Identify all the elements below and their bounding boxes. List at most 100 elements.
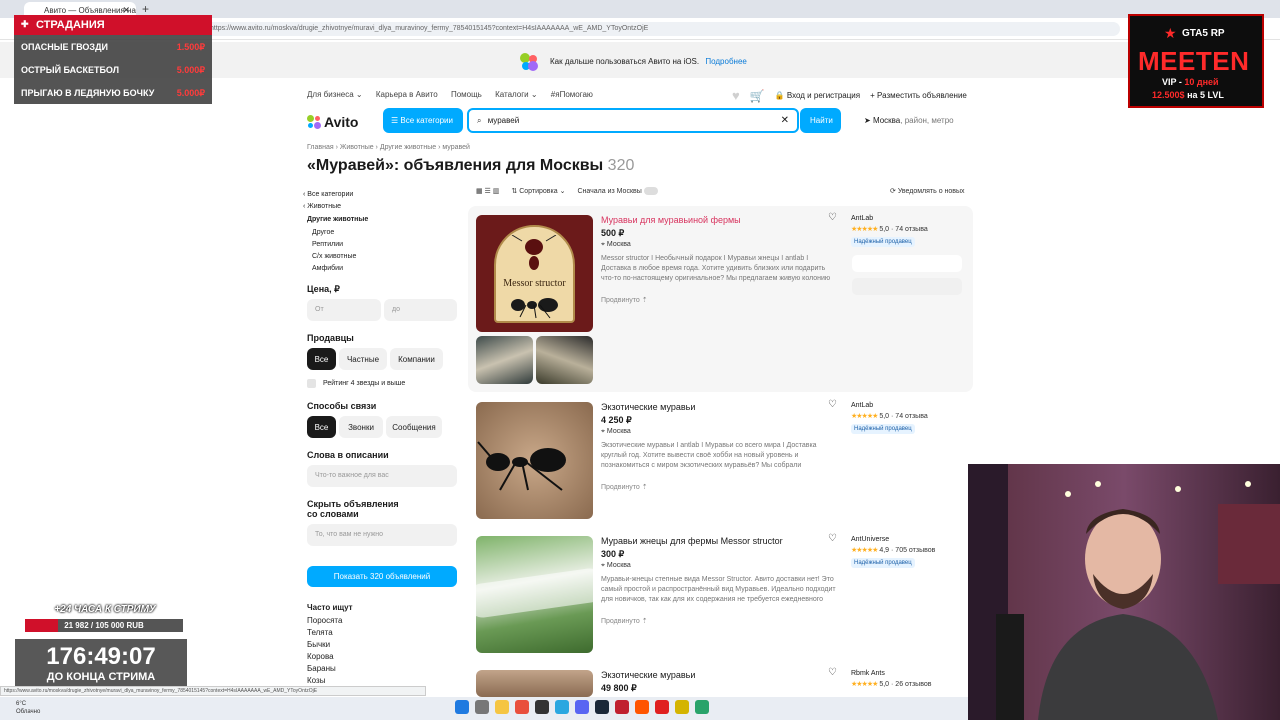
location-arrow-icon: ➤ — [864, 116, 873, 125]
often-item[interactable]: Бычки — [307, 640, 330, 649]
app-icon[interactable] — [535, 700, 549, 714]
nav-business[interactable]: Для бизнеса ⌄ — [307, 90, 363, 99]
stream-goal-fill — [25, 619, 59, 632]
price-from-input[interactable]: От — [307, 299, 381, 321]
contact-placeholder — [852, 255, 962, 272]
contact-all-button[interactable]: Все — [307, 416, 336, 438]
weather-widget[interactable]: 6°C Облачно — [16, 700, 40, 716]
listing-title[interactable]: Экзотические муравьи — [601, 670, 695, 680]
often-item[interactable]: Поросята — [307, 616, 342, 625]
seller-name[interactable]: AntLab — [851, 402, 873, 409]
listing-image[interactable] — [476, 402, 593, 519]
rating-checkbox[interactable] — [307, 379, 316, 388]
all-categories-button[interactable]: ☰ Все категории — [383, 108, 463, 133]
app-icon[interactable] — [675, 700, 689, 714]
nav-help-tag[interactable]: #яПомогаю — [551, 90, 593, 99]
search-icon[interactable] — [475, 700, 489, 714]
hide-words-input[interactable]: То, что вам не нужно — [307, 524, 457, 546]
top-nav: Для бизнеса ⌄ Карьера в Авито Помощь Кат… — [307, 90, 604, 99]
listing-image[interactable]: Messor structor — [476, 215, 593, 332]
nav-help[interactable]: Помощь — [451, 90, 482, 99]
often-item[interactable]: Бараны — [307, 664, 336, 673]
weather-condition: Облачно — [16, 709, 41, 715]
login-link[interactable]: 🔒 Вход и регистрация — [775, 91, 860, 100]
sort-bar: ▦ ☰ ▥ ⇅ Сортировка ⌄ Сначала из Москвы — [476, 187, 658, 195]
category-current: Другие животные — [307, 216, 369, 223]
webcam-feed — [968, 464, 1280, 720]
pin-icon: ⌖ — [601, 562, 605, 569]
sort-dropdown[interactable]: ⇅ Сортировка ⌄ — [511, 187, 565, 195]
app-icon[interactable] — [655, 700, 669, 714]
notify-new-link[interactable]: ⟳ Уведомлять о новых — [890, 187, 965, 195]
menu-icon: ☰ — [391, 116, 401, 125]
nav-catalogs[interactable]: Каталоги ⌄ — [495, 90, 537, 99]
breadcrumb[interactable]: Главная › Животные › Другие животные › м… — [307, 144, 470, 151]
view-toggle-icons[interactable]: ▦ ☰ ▥ — [476, 187, 499, 195]
favorite-heart-icon[interactable]: ♡ — [828, 212, 837, 223]
start-icon[interactable] — [455, 700, 469, 714]
often-item[interactable]: Телята — [307, 628, 333, 637]
app-icon[interactable] — [695, 700, 709, 714]
search-input[interactable]: ⌕ муравей ✕ — [467, 108, 799, 133]
seller-name[interactable]: AntUniverse — [851, 536, 889, 543]
avito-logo[interactable]: Avito — [307, 114, 358, 130]
seller-name[interactable]: AntLab — [851, 215, 873, 222]
discord-icon[interactable] — [575, 700, 589, 714]
favorite-heart-icon[interactable]: ♡ — [828, 667, 837, 678]
location-selector[interactable]: ➤ Москва, район, метро — [864, 116, 954, 125]
listing-city: ⌖ Москва — [601, 562, 631, 570]
new-tab-button[interactable]: + — [142, 2, 149, 16]
nav-career[interactable]: Карьера в Авито — [376, 90, 438, 99]
listing-thumb[interactable] — [536, 336, 593, 384]
seller-private-button[interactable]: Частные — [339, 348, 387, 370]
listing-title[interactable]: Муравьи для муравьиной фермы — [601, 215, 741, 225]
show-results-button[interactable]: Показать 320 объявлений — [307, 566, 457, 587]
category-all-link[interactable]: ‹ Все категории — [303, 191, 353, 198]
steam-icon[interactable] — [595, 700, 609, 714]
subcategory-farm[interactable]: С/х животные — [312, 253, 356, 260]
category-animals-link[interactable]: ‹ Животные — [303, 203, 341, 210]
contact-calls-button[interactable]: Звонки — [339, 416, 383, 438]
favorites-icon[interactable]: ♥ — [732, 88, 740, 103]
listing-title[interactable]: Муравьи жнецы для фермы Messor structor — [601, 536, 783, 546]
favorite-heart-icon[interactable]: ♡ — [828, 533, 837, 544]
listing-image[interactable] — [476, 536, 593, 653]
seller-company-button[interactable]: Компании — [390, 348, 443, 370]
subcategory-other[interactable]: Другое — [312, 229, 334, 236]
promoted-arrow-icon: ⇡ — [641, 484, 648, 491]
login-label: Вход и регистрация — [786, 91, 861, 100]
app-icon[interactable] — [635, 700, 649, 714]
url-field[interactable]: https://www.avito.ru/moskva/drugie_zhivo… — [140, 22, 1120, 36]
words-input[interactable]: Что-то важное для вас — [307, 465, 457, 487]
favorite-heart-icon[interactable]: ♡ — [828, 399, 837, 410]
stream-timer-sub: ДО КОНЦА СТРИМА — [46, 671, 156, 683]
often-item[interactable]: Козы — [307, 676, 325, 685]
seller-name[interactable]: Rbmk Ants — [851, 670, 885, 677]
contact-messages-button[interactable]: Сообщения — [386, 416, 442, 438]
chrome-icon[interactable] — [515, 700, 529, 714]
hide-label: Скрыть объявления со словами — [307, 499, 399, 519]
listing-image[interactable] — [476, 670, 593, 697]
often-item[interactable]: Корова — [307, 652, 334, 661]
listing-thumb[interactable] — [476, 336, 533, 384]
cart-icon[interactable]: 🛒 — [750, 89, 765, 103]
listing-title[interactable]: Экзотические муравьи — [601, 402, 695, 412]
post-ad-link[interactable]: + Разместить объявление — [870, 91, 967, 100]
folder-icon[interactable] — [495, 700, 509, 714]
overlay-row-label: ОПАСНЫЕ ГВОЗДИ — [21, 42, 108, 52]
overlay-header: ✚ СТРАДАНИЯ — [14, 15, 212, 35]
telegram-icon[interactable] — [555, 700, 569, 714]
app-icon[interactable] — [615, 700, 629, 714]
subcategory-amphibians[interactable]: Амфибии — [312, 265, 343, 272]
moscow-first-toggle[interactable]: Сначала из Москвы — [577, 187, 658, 195]
subcategory-reptiles[interactable]: Рептилии — [312, 241, 343, 248]
promoted-label: Продвинуто — [601, 297, 640, 304]
toggle-switch[interactable] — [643, 187, 658, 195]
clear-icon[interactable]: ✕ — [781, 115, 789, 126]
price-to-input[interactable]: до — [384, 299, 457, 321]
status-bar-url: https://www.avito.ru/moskva/drugie_zhivo… — [0, 686, 426, 696]
seller-all-button[interactable]: Все — [307, 348, 336, 370]
promo-link[interactable]: Подробнее — [705, 57, 747, 66]
find-button[interactable]: Найти — [800, 108, 841, 133]
seller-rating: ★★★★★ 5,0 · 26 отзывов — [851, 680, 931, 688]
